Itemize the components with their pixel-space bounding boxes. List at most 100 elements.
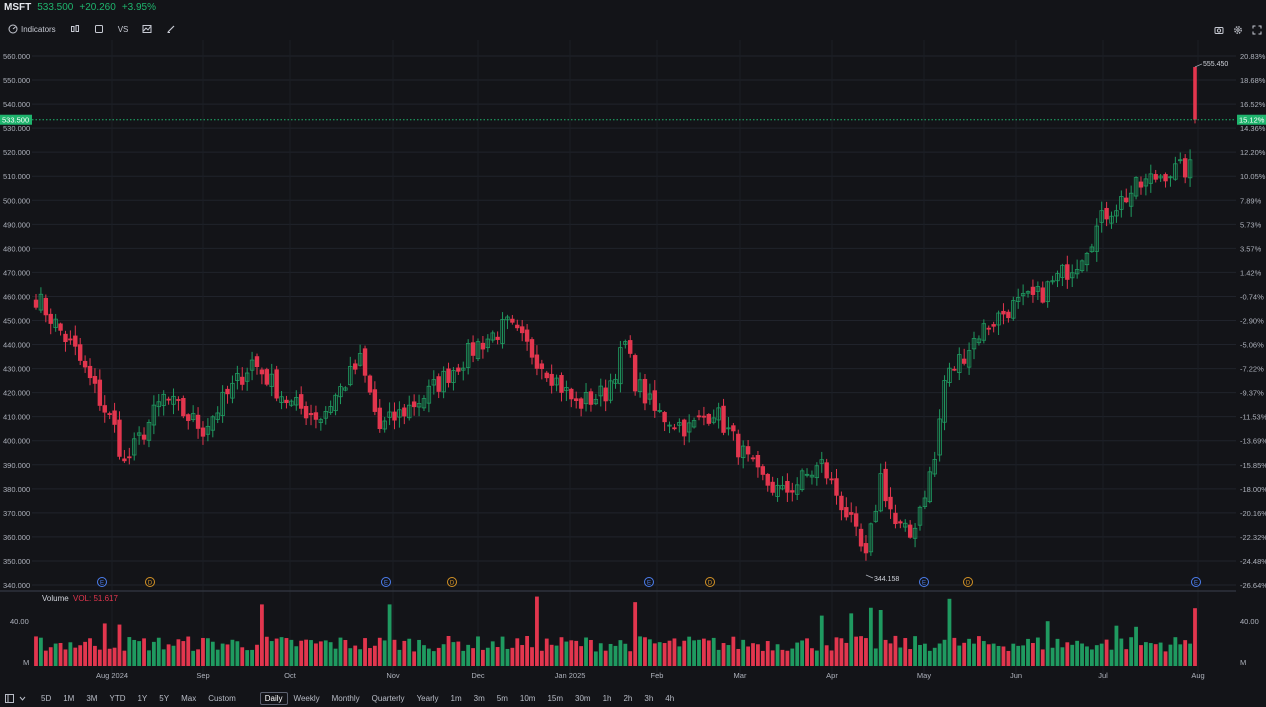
fullscreen-button[interactable] <box>1252 22 1262 35</box>
percent-tick-label: 18.68% <box>1240 76 1266 85</box>
camera-button[interactable] <box>1214 22 1224 34</box>
interval-quarterly[interactable]: Quarterly <box>366 694 411 703</box>
volume-bar <box>1060 647 1065 666</box>
layout-button[interactable] <box>92 21 106 37</box>
interval-daily[interactable]: Daily <box>259 692 288 705</box>
time-tick-label: Jun <box>1010 671 1022 680</box>
volume-bar <box>849 613 854 666</box>
price-chart[interactable]: 560.000 550.000 540.000 530.000 520.000 510.0… <box>0 40 1266 688</box>
volume-bar <box>864 638 868 666</box>
time-tick-label: Aug <box>1191 671 1204 680</box>
ticker-symbol[interactable]: MSFT <box>4 2 31 13</box>
candle-body <box>839 495 844 511</box>
volume-bar <box>1080 643 1084 666</box>
candle-body <box>510 318 515 323</box>
range-custom[interactable]: Custom <box>202 694 242 703</box>
candle-body <box>298 394 304 409</box>
volume-bar <box>795 642 800 666</box>
volume-tick-label: 40.00 <box>1240 617 1259 626</box>
interval-3m[interactable]: 3m <box>468 694 491 703</box>
candle-body <box>529 339 535 358</box>
interval-1m[interactable]: 1m <box>445 694 468 703</box>
range-max[interactable]: Max <box>175 694 202 703</box>
interval-monthly[interactable]: Monthly <box>326 694 366 703</box>
volume-bar <box>972 643 976 666</box>
high-label: 555.450 <box>1203 61 1228 68</box>
volume-bar <box>225 644 230 666</box>
volume-bar <box>505 648 510 666</box>
time-tick-label: Nov <box>386 671 400 680</box>
gauge-icon <box>8 24 18 34</box>
volume-bar <box>918 644 922 666</box>
percent-tick-label: -20.16% <box>1240 509 1266 518</box>
candle-body <box>844 507 849 518</box>
volume-bar <box>93 645 97 666</box>
volume-bar <box>1094 645 1099 666</box>
layout-toggle-button[interactable] <box>5 694 14 703</box>
volume-bar <box>1055 638 1060 666</box>
volume-bar <box>63 649 68 666</box>
volume-bar <box>873 648 878 666</box>
volume-bar <box>780 649 785 666</box>
volume-bar <box>446 635 451 666</box>
range-1m[interactable]: 1M <box>57 694 80 703</box>
interval-weekly[interactable]: Weekly <box>288 694 326 703</box>
range-ytd[interactable]: YTD <box>103 694 131 703</box>
settings-button[interactable] <box>1233 22 1243 34</box>
range-5y[interactable]: 5Y <box>153 694 175 703</box>
candle-body <box>87 365 93 379</box>
range-1y[interactable]: 1Y <box>131 694 153 703</box>
candle-body <box>102 405 107 413</box>
interval-3h[interactable]: 3h <box>638 694 659 703</box>
volume-bar <box>466 644 471 666</box>
volume-bar <box>957 645 962 666</box>
volume-bar <box>932 647 937 666</box>
range-5d[interactable]: 5D <box>35 694 57 703</box>
volume-bar <box>245 650 250 666</box>
interval-30m[interactable]: 30m <box>569 694 597 703</box>
interval-2h[interactable]: 2h <box>617 694 638 703</box>
candle-body <box>176 399 181 401</box>
volume-bar <box>535 596 539 666</box>
candle-body <box>632 355 638 392</box>
volume-bar <box>765 641 770 666</box>
percent-tick-label: -13.69% <box>1240 437 1266 446</box>
price-tick-label: 550.000 <box>3 76 30 85</box>
candle-body <box>731 425 736 432</box>
chart-style-button[interactable] <box>140 21 154 37</box>
volume-bar <box>1031 643 1035 666</box>
interval-5m[interactable]: 5m <box>491 694 514 703</box>
volume-bar <box>510 647 515 666</box>
volume-bar <box>1173 637 1178 666</box>
interval-1h[interactable]: 1h <box>597 694 618 703</box>
candle-body <box>127 456 132 459</box>
timeframe-dropdown[interactable] <box>18 694 27 703</box>
event-marker-label: D <box>148 581 153 587</box>
volume-bar <box>112 647 117 666</box>
candle-body <box>765 473 770 486</box>
volume-bar <box>878 610 883 666</box>
interval-15m[interactable]: 15m <box>541 694 569 703</box>
volume-bar <box>800 640 805 666</box>
candle-type-button[interactable] <box>68 21 82 37</box>
interval-10m[interactable]: 10m <box>514 694 542 703</box>
range-3m[interactable]: 3M <box>80 694 103 703</box>
volume-bar <box>43 650 48 666</box>
volume-bar <box>1134 626 1138 666</box>
price-tick-label: 410.000 <box>3 413 30 422</box>
price-tick-label: 510.000 <box>3 172 30 181</box>
volume-bar <box>363 638 367 666</box>
indicators-button[interactable]: Indicators <box>6 21 58 37</box>
interval-4h[interactable]: 4h <box>659 694 680 703</box>
percent-tick-label: -15.85% <box>1240 461 1266 470</box>
percent-tick-label: -0.74% <box>1240 292 1264 301</box>
candle-body <box>755 455 761 468</box>
candle-body <box>829 478 834 481</box>
compare-button[interactable]: VS <box>116 21 131 37</box>
volume-bar <box>235 641 240 666</box>
volume-bar <box>952 637 957 666</box>
draw-button[interactable] <box>164 21 178 37</box>
gear-icon <box>1234 26 1242 34</box>
last-price-label: 533.500 <box>2 116 29 125</box>
interval-yearly[interactable]: Yearly <box>411 694 445 703</box>
